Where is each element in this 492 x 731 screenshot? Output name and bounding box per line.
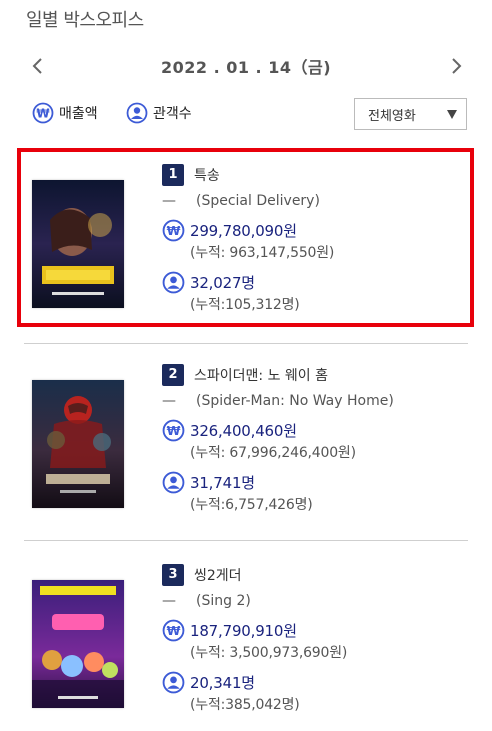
- cumulative-audience: (누적:6,757,426명): [190, 497, 313, 513]
- won-icon: ₩: [162, 419, 185, 442]
- daily-sales: 187,790,910원: [190, 621, 297, 640]
- daily-audience: 20,341명: [190, 673, 255, 692]
- sales-toggle[interactable]: ₩ 매출액: [32, 100, 98, 126]
- won-icon: ₩: [162, 219, 185, 242]
- movie-item[interactable]: 3 씽2게더 — (Sing 2) ₩ 187,790,910원 (누적: 3,5…: [24, 548, 468, 718]
- rank-badge: 2: [162, 364, 184, 386]
- daily-audience: 32,027명: [190, 273, 255, 292]
- daily-sales: 299,780,090원: [190, 221, 297, 240]
- person-icon: [162, 471, 185, 494]
- page-title: 일별 박스오피스: [26, 10, 144, 31]
- rank-badge: 1: [162, 164, 184, 186]
- movie-info: 3 씽2게더 — (Sing 2) ₩ 187,790,910원 (누적: 3,5…: [162, 564, 462, 716]
- movie-title[interactable]: 특송: [194, 165, 220, 185]
- daily-audience: 31,741명: [190, 473, 255, 492]
- movie-poster[interactable]: [32, 380, 124, 508]
- won-icon: ₩: [162, 619, 185, 642]
- movie-title[interactable]: 씽2게더: [194, 565, 242, 585]
- movie-type-select[interactable]: 전체영화: [354, 98, 467, 130]
- movie-item[interactable]: 2 스파이더맨: 노 웨이 홈 — (Spider-Man: No Way Hom…: [24, 348, 468, 518]
- dash: —: [162, 193, 176, 209]
- person-icon: [162, 671, 185, 694]
- person-icon: [126, 102, 148, 124]
- movie-item[interactable]: 1 특송 — (Special Delivery) ₩ 299,780,090원 …: [24, 148, 468, 318]
- cumulative-sales: (누적: 3,500,973,690원): [190, 645, 348, 661]
- won-icon: ₩: [32, 102, 54, 124]
- cumulative-sales: (누적: 67,996,246,400원): [190, 445, 356, 461]
- divider: [24, 343, 468, 344]
- movie-type-selected: 전체영화: [368, 108, 416, 124]
- date-navigation: 2022 . 01 . 14（금): [0, 50, 492, 84]
- movie-info: 1 특송 — (Special Delivery) ₩ 299,780,090원 …: [162, 164, 462, 316]
- sales-toggle-label: 매출액: [59, 106, 98, 122]
- daily-sales: 326,400,460원: [190, 421, 297, 440]
- cumulative-audience: (누적:385,042명): [190, 697, 300, 713]
- chevron-right-icon[interactable]: [444, 54, 468, 78]
- movie-title[interactable]: 스파이더맨: 노 웨이 홈: [194, 365, 328, 385]
- movie-info: 2 스파이더맨: 노 웨이 홈 — (Spider-Man: No Way Hom…: [162, 364, 462, 516]
- svg-text:₩: ₩: [36, 107, 50, 121]
- svg-text:₩: ₩: [167, 223, 181, 238]
- original-title: (Sing 2): [196, 593, 251, 609]
- original-title: (Special Delivery): [196, 193, 320, 209]
- cumulative-audience: (누적:105,312명): [190, 297, 300, 313]
- dash: —: [162, 593, 176, 609]
- person-icon: [162, 271, 185, 294]
- original-title: (Spider-Man: No Way Home): [196, 393, 394, 409]
- movie-poster[interactable]: [32, 580, 124, 708]
- audience-toggle-label: 관객수: [153, 106, 192, 122]
- dash: —: [162, 393, 176, 409]
- caret-down-icon: [447, 110, 457, 119]
- audience-toggle[interactable]: 관객수: [126, 100, 192, 126]
- cumulative-sales: (누적: 963,147,550원): [190, 245, 335, 261]
- divider: [24, 540, 468, 541]
- svg-text:₩: ₩: [167, 423, 181, 438]
- svg-text:₩: ₩: [167, 623, 181, 638]
- date-label: 2022 . 01 . 14（금): [160, 58, 332, 77]
- rank-badge: 3: [162, 564, 184, 586]
- movie-poster[interactable]: [32, 180, 124, 308]
